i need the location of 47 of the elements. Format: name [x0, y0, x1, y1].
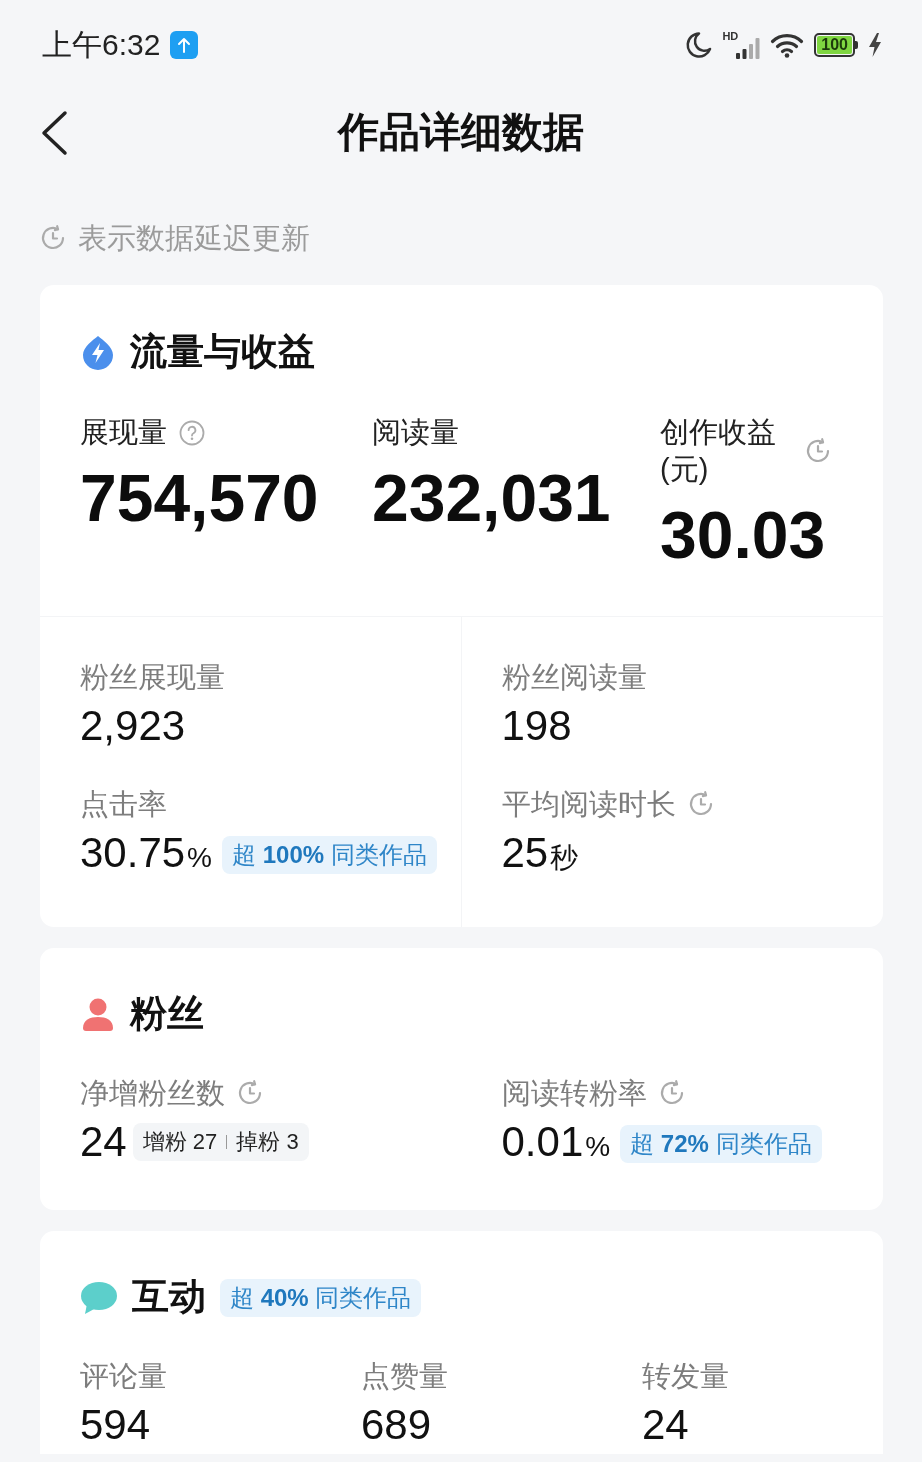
metric-label: 转发量	[642, 1358, 729, 1394]
comparison-badge: 超 100% 同类作品	[222, 836, 437, 875]
speech-bubble-icon	[80, 1280, 118, 1315]
metric-label: 评论量	[80, 1358, 167, 1394]
status-time: 上午6:32	[42, 30, 161, 60]
metric-label: 阅读量	[372, 415, 459, 450]
metric-value: 594	[80, 1399, 151, 1450]
section-title: 互动	[132, 1275, 206, 1320]
metric-value: 25秒	[501, 827, 579, 878]
signal-icon	[736, 37, 761, 59]
comparison-badge: 超 40% 同类作品	[220, 1278, 422, 1317]
moon-icon	[684, 31, 713, 59]
metric-value: 30.03	[660, 499, 827, 572]
metric-label: 展现量	[80, 415, 167, 450]
network-type-label: HD	[722, 31, 739, 42]
battery-indicator: 100	[814, 33, 858, 57]
metric-label: 阅读转粉率	[501, 1075, 647, 1111]
clock-icon	[40, 225, 66, 251]
section-title: 流量与收益	[130, 329, 315, 374]
metric-label: 净增粉丝数	[80, 1075, 225, 1111]
metric-label: 粉丝展现量	[80, 659, 225, 695]
metric-value: 2,923	[80, 700, 186, 751]
metric-label: 粉丝阅读量	[501, 659, 647, 695]
metric-value: 30.75%	[80, 827, 212, 878]
upload-notification-icon	[170, 31, 199, 59]
delay-notice-text: 表示数据延迟更新	[78, 220, 310, 256]
metric-label: 点击率	[80, 786, 167, 822]
breakdown-item: 掉粉 3	[236, 1127, 299, 1156]
metric-value: 754,570	[80, 462, 320, 535]
metric-value: 232,031	[372, 462, 612, 535]
metric-value: 0.01%	[501, 1116, 611, 1167]
wifi-icon	[770, 32, 805, 58]
chevron-left-icon	[40, 110, 68, 156]
section-title: 粉丝	[130, 992, 204, 1037]
metric-label: 平均阅读时长	[501, 786, 676, 822]
person-icon	[80, 996, 116, 1033]
charging-bolt-icon	[868, 33, 882, 57]
metric-value: 198	[501, 700, 572, 751]
metric-label: 创作收益(元)	[660, 415, 777, 487]
page-title: 作品详细数据	[338, 108, 584, 158]
metric-value: 24	[80, 1116, 127, 1167]
lightning-drop-icon	[80, 334, 116, 370]
comparison-badge: 超 72% 同类作品	[620, 1125, 822, 1164]
metric-label: 点赞量	[361, 1358, 448, 1394]
metric-value: 689	[361, 1399, 432, 1450]
breakdown-item: 增粉 27	[142, 1127, 218, 1156]
metric-value: 24	[642, 1399, 689, 1450]
